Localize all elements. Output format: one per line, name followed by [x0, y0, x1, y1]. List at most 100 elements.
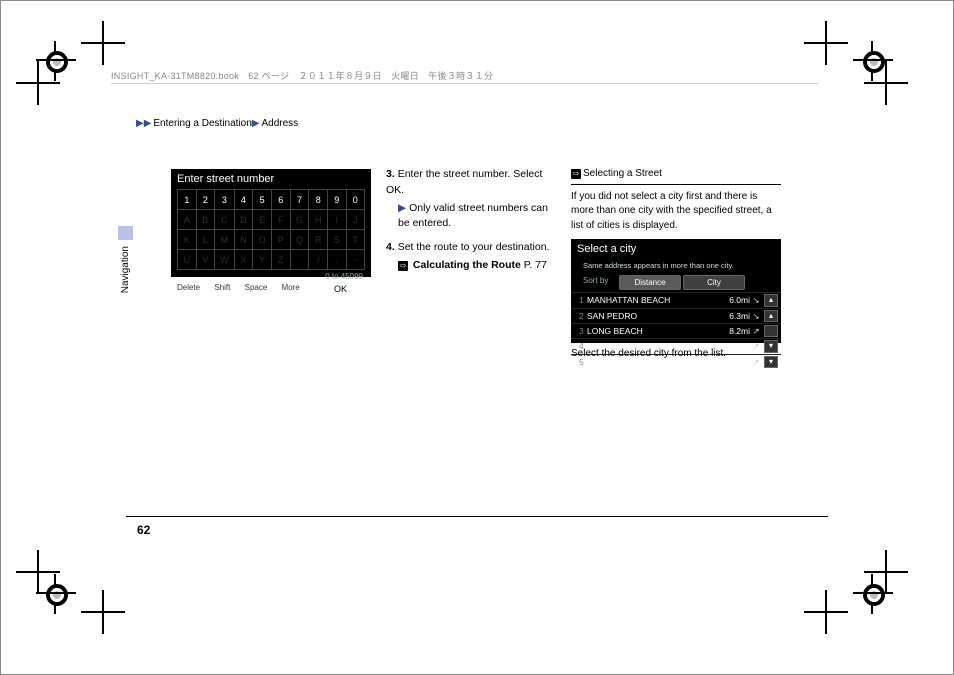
city-distance: 6.0mi [724, 294, 750, 306]
section-tab: Navigation [118, 226, 133, 286]
city-distance: 14mi [724, 356, 750, 368]
city-row: 3LONG BEACH8.2mi↗ [571, 323, 781, 338]
section-tab-label: Navigation [120, 246, 131, 293]
key: E [253, 210, 272, 230]
city-name: SAN PEDRO [587, 310, 724, 322]
step-number: 4. [386, 241, 395, 253]
key: 7 [290, 190, 309, 210]
breadcrumb-seg1: Entering a Destination [153, 118, 251, 129]
sidebar-note: ⇨Selecting a Street If you did not selec… [571, 167, 781, 362]
key: L [196, 230, 215, 250]
crop-mark-icon [81, 21, 125, 65]
row-index: 2 [579, 310, 587, 322]
key: D [234, 210, 253, 230]
key: N [234, 230, 253, 250]
header-rule [111, 83, 818, 84]
screenshot-enter-street-number: Enter street number 1234567890ABCDEFGHIJ… [171, 169, 371, 277]
breadcrumb-arrow-icon: ▶▶ [136, 118, 151, 129]
breadcrumb: ▶▶Entering a Destination▶Address [136, 118, 298, 129]
key: Q [290, 230, 309, 250]
step-4-ref: ⇨ Calculating the Route P. 77 [398, 258, 556, 274]
breadcrumb-seg2: Address [262, 118, 299, 129]
key: Y [253, 250, 272, 270]
city-row: 2SAN PEDRO6.3mi↘▴ [571, 308, 781, 323]
key: S [328, 230, 347, 250]
direction-icon: ↗ [750, 325, 762, 337]
key: - [346, 250, 364, 270]
scroll-arrow-icon [764, 325, 778, 337]
step-3: 3. Enter the street number. Select OK. [386, 167, 556, 199]
key: 5 [253, 190, 272, 210]
key: K [178, 230, 197, 250]
sidebar-heading: ⇨Selecting a Street [571, 167, 781, 185]
scroll-arrow-icon: ▾ [764, 356, 778, 368]
tab-distance: Distance [619, 275, 681, 291]
print-header: INSIGHT_KA-31TM8820.book 62 ページ ２０１１年８月９… [111, 69, 493, 82]
key: 3 [215, 190, 234, 210]
delete-key: Delete [177, 283, 200, 292]
crop-mark-icon [16, 550, 60, 594]
sidebar-paragraph: If you did not select a city first and t… [571, 190, 781, 234]
crop-mark-icon [804, 21, 848, 65]
space-key: Space [245, 283, 268, 292]
direction-icon: ↗ [750, 356, 762, 368]
ok-button: OK [328, 283, 353, 295]
key: J [346, 210, 364, 230]
step-number: 3. [386, 168, 395, 180]
key: Z [272, 250, 291, 270]
crop-mark-icon [81, 590, 125, 634]
key: R [309, 230, 328, 250]
key [290, 250, 309, 270]
city-name: LONG BEACH [587, 325, 724, 337]
range-label: 0 to 45099 [171, 270, 371, 283]
key: X [234, 250, 253, 270]
key: P [272, 230, 291, 250]
breadcrumb-arrow-icon: ▶ [252, 118, 260, 129]
crop-mark-icon [864, 550, 908, 594]
keyboard-footer: Delete Shift Space More OK [171, 283, 371, 292]
key: 4 [234, 190, 253, 210]
direction-icon: ↗ [750, 340, 762, 352]
crop-mark-icon [804, 590, 848, 634]
key: M [215, 230, 234, 250]
more-key: More [282, 283, 300, 292]
manual-page: INSIGHT_KA-31TM8820.book 62 ページ ２０１１年８月９… [0, 0, 954, 675]
key: B [196, 210, 215, 230]
city-row: 1MANHATTAN BEACH6.0mi↘▴ [571, 292, 781, 307]
shift-key: Shift [214, 283, 230, 292]
sort-tabs: Sort by Distance City [571, 275, 781, 293]
key: O [253, 230, 272, 250]
row-index: 1 [579, 294, 587, 306]
direction-icon: ↘ [750, 310, 762, 322]
crossref-icon: ⇨ [398, 261, 408, 271]
section-tab-marker [118, 226, 133, 240]
city-name: MANHATTAN BEACH [587, 294, 724, 306]
key: . [328, 250, 347, 270]
screen-title: Select a city [571, 239, 781, 261]
step-3-sub: ▶Only valid street numbers can be entere… [398, 201, 556, 233]
crossref-icon: ⇨ [571, 169, 581, 179]
step-3-sub-text: Only valid street numbers can be entered… [398, 202, 548, 230]
key: 8 [309, 190, 328, 210]
direction-icon: ↘ [750, 294, 762, 306]
key: A [178, 210, 197, 230]
screen-title: Enter street number [171, 169, 371, 189]
key: H [309, 210, 328, 230]
scroll-arrow-icon: ▴ [764, 294, 778, 306]
key: C [215, 210, 234, 230]
city-distance: 14mi [724, 340, 750, 352]
tab-city: City [683, 275, 745, 291]
screen-note: Same address appears in more than one ci… [571, 261, 781, 275]
crop-mark-icon [16, 61, 60, 105]
step-4: 4. Set the route to your destination. [386, 240, 556, 256]
onscreen-keyboard: 1234567890ABCDEFGHIJKLMNOPQRSTUVWXYZ /.- [177, 189, 365, 270]
key: W [215, 250, 234, 270]
crossref-title: Calculating the Route [413, 259, 521, 271]
key: V [196, 250, 215, 270]
key: 0 [346, 190, 364, 210]
key: G [290, 210, 309, 230]
step-text: Set the route to your destination. [398, 241, 550, 253]
key: 9 [328, 190, 347, 210]
sortby-label: Sort by [583, 275, 619, 291]
crossref-page: P. 77 [521, 259, 547, 271]
